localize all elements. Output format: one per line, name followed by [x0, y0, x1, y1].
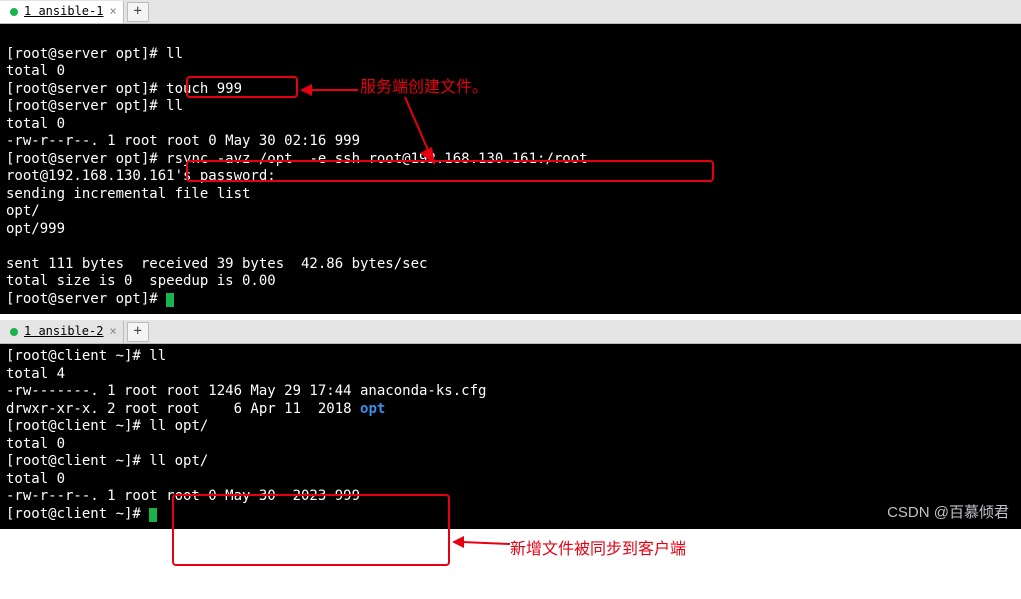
terminal-line: total 4 [6, 366, 1015, 384]
terminal-line: [root@client ~]# ll opt/ [6, 418, 1015, 436]
terminal-line: opt/ [6, 203, 1015, 221]
status-dot-icon [10, 8, 18, 16]
terminal-line: [root@client ~]# ll [6, 348, 1015, 366]
cursor-icon [149, 508, 157, 522]
tabbar-top: 1 ansible-1 × + [0, 0, 1021, 24]
plus-icon: + [134, 3, 142, 21]
watermark: CSDN @百慕倾君 [887, 504, 1009, 523]
arrow-icon [452, 530, 512, 554]
terminal-line [6, 28, 1015, 46]
terminal-line: total size is 0 speedup is 0.00 [6, 273, 1015, 291]
terminal-line: total 0 [6, 471, 1015, 489]
terminal-line: [root@client ~]# [6, 506, 1015, 524]
tab-label: 1 ansible-2 [24, 324, 103, 339]
terminal-line: [root@server opt]# [6, 291, 1015, 309]
terminal-line: -rw-r--r--. 1 root root 0 May 30 2023 99… [6, 488, 1015, 506]
terminal-line: total 0 [6, 63, 1015, 81]
cursor-icon [166, 293, 174, 307]
terminal-line: drwxr-xr-x. 2 root root 6 Apr 11 2018 op… [6, 401, 1015, 419]
terminal-line: opt/999 [6, 221, 1015, 239]
add-tab-button[interactable]: + [127, 2, 149, 22]
plus-icon: + [134, 323, 142, 341]
terminal-client[interactable]: [root@client ~]# lltotal 4-rw-------. 1 … [0, 344, 1021, 529]
terminal-line: [root@server opt]# touch 999 [6, 81, 1015, 99]
close-icon[interactable]: × [109, 4, 116, 19]
tab-ansible-2[interactable]: 1 ansible-2 × [0, 321, 124, 343]
terminal-line: sent 111 bytes received 39 bytes 42.86 b… [6, 256, 1015, 274]
terminal-line: [root@server opt]# ll [6, 98, 1015, 116]
annotation-note-1: 服务端创建文件。 [360, 78, 488, 98]
terminal-server[interactable]: [root@server opt]# lltotal 0[root@server… [0, 24, 1021, 314]
terminal-line: [root@client ~]# ll opt/ [6, 453, 1015, 471]
terminal-line: -rw-------. 1 root root 1246 May 29 17:4… [6, 383, 1015, 401]
terminal-line: total 0 [6, 436, 1015, 454]
terminal-line: [root@server opt]# ll [6, 46, 1015, 64]
annotation-note-2: 新增文件被同步到客户端 [510, 540, 686, 560]
status-dot-icon [10, 328, 18, 336]
tabbar-bottom: 1 ansible-2 × + [0, 320, 1021, 344]
tab-label: 1 ansible-1 [24, 4, 103, 19]
tab-ansible-1[interactable]: 1 ansible-1 × [0, 1, 124, 23]
close-icon[interactable]: × [109, 324, 116, 339]
terminal-line [6, 238, 1015, 256]
terminal-line: root@192.168.130.161's password: [6, 168, 1015, 186]
terminal-line: -rw-r--r--. 1 root root 0 May 30 02:16 9… [6, 133, 1015, 151]
terminal-line: sending incremental file list [6, 186, 1015, 204]
terminal-line: [root@server opt]# rsync -avz /opt -e ss… [6, 151, 1015, 169]
terminal-line: total 0 [6, 116, 1015, 134]
add-tab-button[interactable]: + [127, 322, 149, 342]
